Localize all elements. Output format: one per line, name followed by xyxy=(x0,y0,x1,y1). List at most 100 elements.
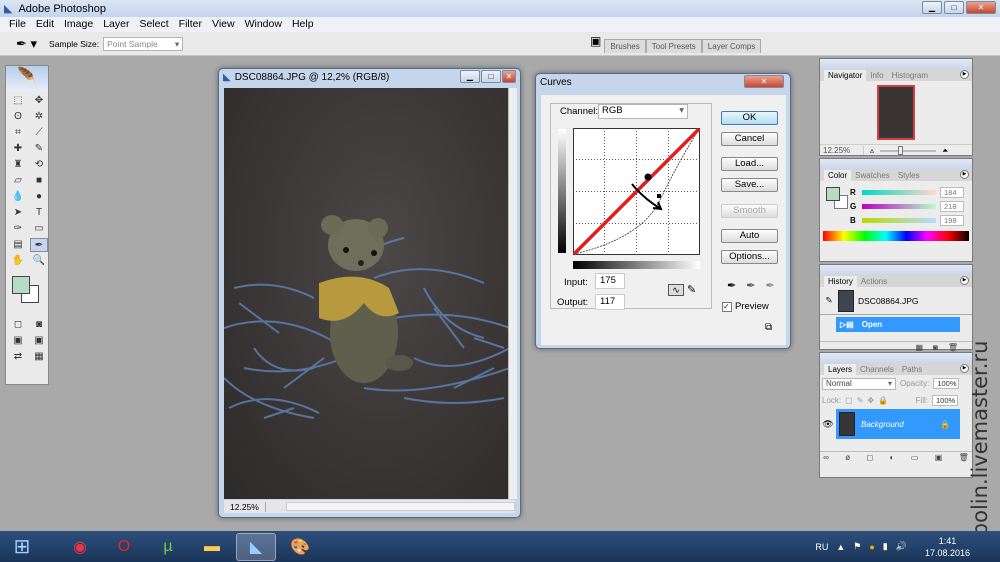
snapshot-brush-icon[interactable]: ✎ xyxy=(820,295,838,306)
show-hidden-icons[interactable]: ▲ xyxy=(836,542,845,552)
lock-pixels-icon[interactable]: ✎ xyxy=(857,396,864,405)
blur-tool-icon[interactable]: 💧 xyxy=(9,190,27,204)
preview-checkbox[interactable]: ✓ xyxy=(722,301,732,312)
zoom-tool-icon[interactable]: 🔍 xyxy=(30,254,48,268)
jump-icon[interactable]: ▦ xyxy=(30,350,48,364)
black-eyedropper-icon[interactable]: ✒ xyxy=(727,279,736,292)
notes-tool-icon[interactable]: ▤ xyxy=(9,238,27,252)
history-brush-icon[interactable]: ⟲ xyxy=(30,158,48,172)
doc-maximize-button[interactable]: □ xyxy=(481,70,501,83)
zoom-out-icon[interactable]: ▵ xyxy=(870,146,874,155)
taskbar-explorer-icon[interactable]: ▬ xyxy=(192,533,232,561)
hand-tool-icon[interactable]: ✋ xyxy=(9,254,27,268)
brush-tool-icon[interactable]: ✎ xyxy=(30,142,48,156)
panel-menu-icon[interactable]: ▶ xyxy=(960,276,969,285)
curves-close-button[interactable]: ✕ xyxy=(744,75,784,88)
update-icon[interactable]: ● xyxy=(869,542,874,552)
eyedropper-tool-icon[interactable]: ✒ xyxy=(30,238,48,252)
panel-menu-icon[interactable]: ▶ xyxy=(960,70,969,79)
close-button[interactable]: ✕ xyxy=(966,1,996,14)
tab-histogram[interactable]: Histogram xyxy=(888,70,932,81)
menu-edit[interactable]: Edit xyxy=(31,17,59,32)
tab-info[interactable]: Info xyxy=(866,70,887,81)
gray-eyedropper-icon[interactable]: ✒ xyxy=(746,279,755,292)
tab-navigator[interactable]: Navigator xyxy=(824,70,867,81)
minimize-button[interactable]: ▁ xyxy=(922,1,942,14)
foreground-swatch[interactable] xyxy=(826,187,840,201)
feather-logo-icon[interactable]: 🪶 xyxy=(6,66,48,92)
output-field[interactable]: 117 xyxy=(595,294,625,310)
layer-name[interactable]: Background xyxy=(861,420,904,429)
well-tab-brushes[interactable]: Brushes xyxy=(604,39,646,53)
color-spectrum-bar[interactable] xyxy=(823,231,969,241)
channel-select[interactable]: RGB xyxy=(598,104,688,119)
menu-filter[interactable]: Filter xyxy=(174,17,207,32)
type-tool-icon[interactable]: T xyxy=(30,206,48,220)
new-group-icon[interactable]: ▭ xyxy=(911,453,919,462)
move-tool-icon[interactable]: ✥ xyxy=(30,94,48,108)
tab-history[interactable]: History xyxy=(824,276,857,287)
path-select-icon[interactable]: ➤ xyxy=(9,206,27,220)
pencil-mode-icon[interactable]: ✎ xyxy=(687,283,696,296)
curves-graph[interactable] xyxy=(573,128,700,255)
g-slider[interactable] xyxy=(862,203,936,209)
healing-brush-icon[interactable]: ✚ xyxy=(9,142,27,156)
gradient-tool-icon[interactable]: ■ xyxy=(30,174,48,188)
horizontal-scrollbar[interactable] xyxy=(285,502,515,511)
menu-view[interactable]: View xyxy=(207,17,240,32)
vertical-scrollbar[interactable] xyxy=(508,88,517,499)
fill-field[interactable]: 100% xyxy=(932,395,958,406)
zoom-in-icon[interactable]: ⏶ xyxy=(942,146,948,156)
taskbar-opera-icon[interactable]: O xyxy=(104,533,144,561)
layer-style-icon[interactable]: ø xyxy=(845,453,850,462)
lock-all-icon[interactable]: 🔒 xyxy=(878,396,888,405)
quick-mask-icon[interactable]: ◙ xyxy=(30,318,48,332)
menu-image[interactable]: Image xyxy=(59,17,98,32)
menu-select[interactable]: Select xyxy=(134,17,173,32)
new-document-icon[interactable]: ▦ xyxy=(915,343,923,352)
save-button[interactable]: Save... xyxy=(721,178,778,192)
pen-tool-icon[interactable]: ✑ xyxy=(9,222,27,236)
g-value[interactable]: 218 xyxy=(940,200,964,212)
history-snapshot[interactable]: ✎ DSC08864.JPG xyxy=(820,287,972,315)
input-field[interactable]: 175 xyxy=(595,273,625,289)
lock-position-icon[interactable]: ✥ xyxy=(867,396,874,405)
action-center-icon[interactable]: ⚑ xyxy=(853,541,861,552)
maximize-button[interactable]: □ xyxy=(944,1,964,14)
zoom-slider[interactable] xyxy=(880,145,937,155)
r-value[interactable]: 184 xyxy=(940,186,964,198)
screen-mode-full-icon[interactable]: ▣ xyxy=(30,334,48,348)
volume-icon[interactable]: 🔊 xyxy=(896,541,907,552)
eyedropper-tool-preset-icon[interactable]: ✒ ▾ xyxy=(16,36,37,52)
tab-layers[interactable]: Layers xyxy=(824,364,857,375)
menu-file[interactable]: File xyxy=(4,17,31,32)
menu-window[interactable]: Window xyxy=(240,17,287,32)
clock-date[interactable]: 17.08.2016 xyxy=(925,547,970,559)
new-snapshot-icon[interactable]: ◙ xyxy=(933,343,938,352)
lasso-tool-icon[interactable]: ʘ xyxy=(9,110,27,124)
menu-layer[interactable]: Layer xyxy=(98,17,134,32)
panel-menu-icon[interactable]: ▶ xyxy=(960,170,969,179)
cancel-button[interactable]: Cancel xyxy=(721,132,778,146)
adjustment-layer-icon[interactable]: ◐ xyxy=(890,453,895,462)
magic-wand-icon[interactable]: ✲ xyxy=(30,110,48,124)
document-zoom[interactable]: 12.25% xyxy=(224,501,266,512)
taskbar-chrome-icon[interactable]: ◉ xyxy=(60,533,100,561)
standard-mode-icon[interactable]: ◻ xyxy=(9,318,27,332)
shape-tool-icon[interactable]: ▭ xyxy=(30,222,48,236)
color-swatches[interactable] xyxy=(6,274,48,308)
eraser-tool-icon[interactable]: ▱ xyxy=(9,174,27,188)
jump-to-imageready-icon[interactable]: ⇄ xyxy=(9,350,27,364)
smooth-button[interactable]: Smooth xyxy=(721,204,778,218)
clone-stamp-icon[interactable]: ♜ xyxy=(9,158,27,172)
screen-mode-standard-icon[interactable]: ▣ xyxy=(9,334,27,348)
tab-styles[interactable]: Styles xyxy=(894,170,924,181)
marquee-tool-icon[interactable]: ⬚ xyxy=(9,94,27,108)
menu-help[interactable]: Help xyxy=(287,17,319,32)
ok-button[interactable]: OK xyxy=(721,111,778,125)
link-layers-icon[interactable]: ∞ xyxy=(823,453,829,462)
b-value[interactable]: 198 xyxy=(940,214,964,226)
new-layer-icon[interactable]: ▣ xyxy=(935,453,943,462)
sample-size-select[interactable]: Point Sample xyxy=(103,36,184,51)
trash-icon[interactable]: 🗑 xyxy=(948,343,958,352)
